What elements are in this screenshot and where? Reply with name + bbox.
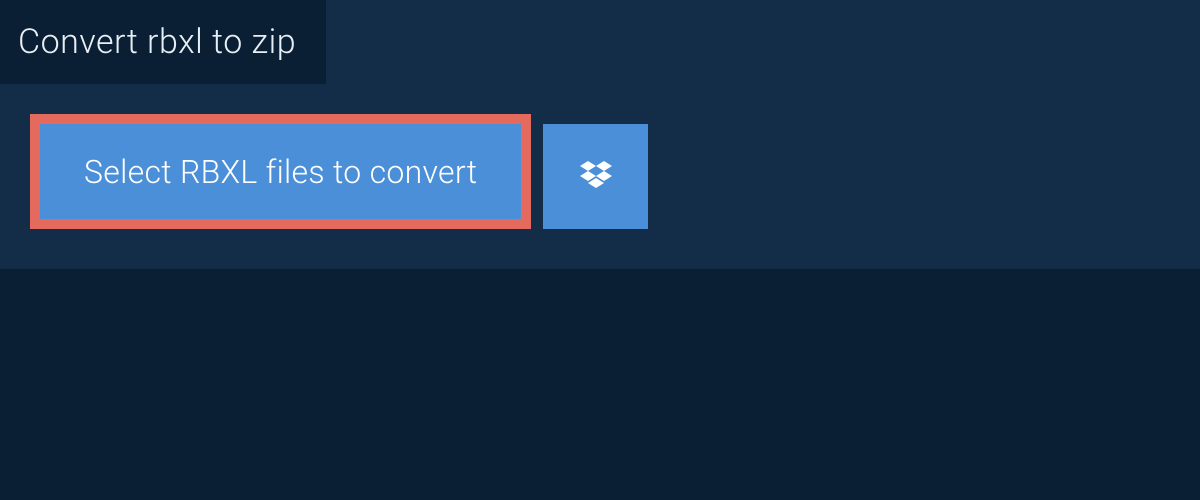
dropbox-icon [576,157,616,197]
select-files-button[interactable]: Select RBXL files to convert [30,114,531,229]
converter-panel: Convert rbxl to zip Select RBXL files to… [0,0,1200,269]
active-tab[interactable]: Convert rbxl to zip [0,0,326,84]
dropbox-button[interactable] [543,124,648,229]
action-row: Select RBXL files to convert [0,84,1200,229]
tab-label: Convert rbxl to zip [18,22,296,62]
select-files-label: Select RBXL files to convert [84,153,477,191]
